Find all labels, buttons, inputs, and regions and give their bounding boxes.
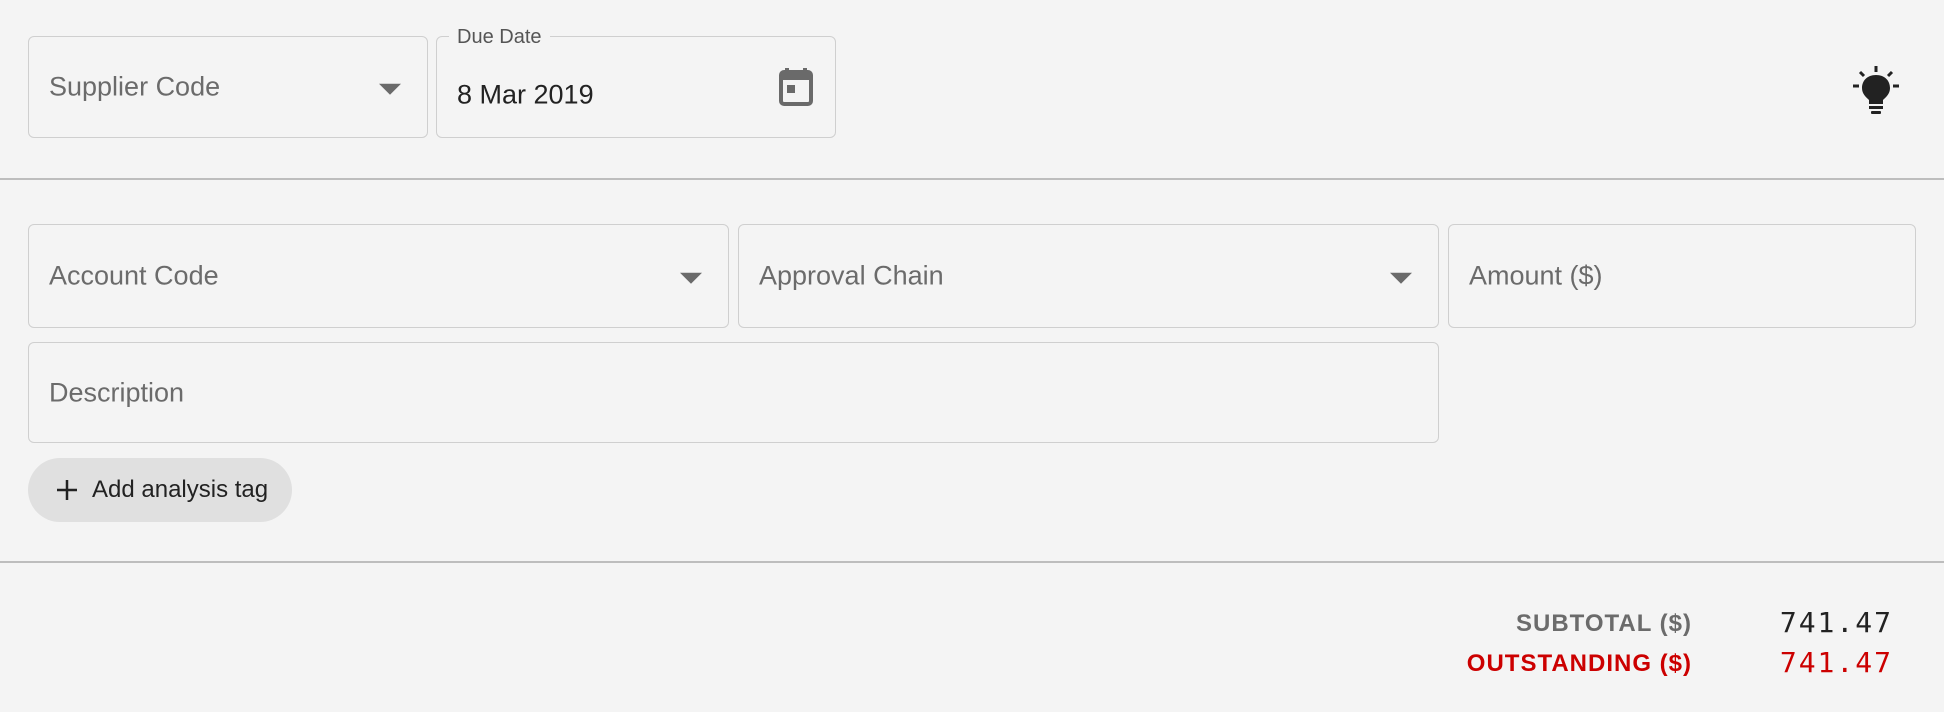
plus-icon	[57, 480, 77, 500]
outstanding-value: 741.47	[1779, 646, 1893, 679]
approval-chain-select[interactable]: Approval Chain	[738, 224, 1439, 328]
due-date-label: Due Date	[449, 26, 550, 49]
calendar-icon[interactable]	[779, 68, 813, 106]
header-section: Supplier Code Due Date 8 Mar 2019	[0, 0, 1944, 180]
account-code-select[interactable]: Account Code	[28, 224, 729, 328]
due-date-field[interactable]: Due Date 8 Mar 2019	[436, 26, 836, 138]
lightbulb-icon[interactable]	[1851, 66, 1901, 116]
chevron-down-icon	[379, 83, 401, 95]
supplier-code-select[interactable]: Supplier Code	[28, 36, 428, 138]
add-analysis-tag-label: Add analysis tag	[92, 476, 269, 503]
chevron-down-icon	[1390, 272, 1412, 284]
account-code-placeholder: Account Code	[49, 260, 219, 291]
due-date-value: 8 Mar 2019	[457, 79, 594, 110]
amount-input[interactable]: Amount ($)	[1448, 224, 1916, 328]
chevron-down-icon	[680, 272, 702, 284]
add-analysis-tag-button[interactable]: Add analysis tag	[28, 458, 292, 522]
totals-section: SUBTOTAL ($) 741.47 OUTSTANDING ($) 741.…	[0, 563, 1944, 712]
subtotal-value: 741.47	[1779, 606, 1893, 639]
outstanding-label: OUTSTANDING ($)	[1466, 650, 1692, 677]
subtotal-label: SUBTOTAL ($)	[1515, 610, 1692, 637]
supplier-code-placeholder: Supplier Code	[49, 71, 221, 102]
line-item-section: Account Code Approval Chain Amount ($) D…	[0, 180, 1944, 563]
description-input[interactable]: Description	[28, 342, 1439, 443]
amount-placeholder: Amount ($)	[1469, 260, 1603, 291]
description-placeholder: Description	[49, 377, 185, 407]
approval-chain-placeholder: Approval Chain	[759, 260, 944, 291]
